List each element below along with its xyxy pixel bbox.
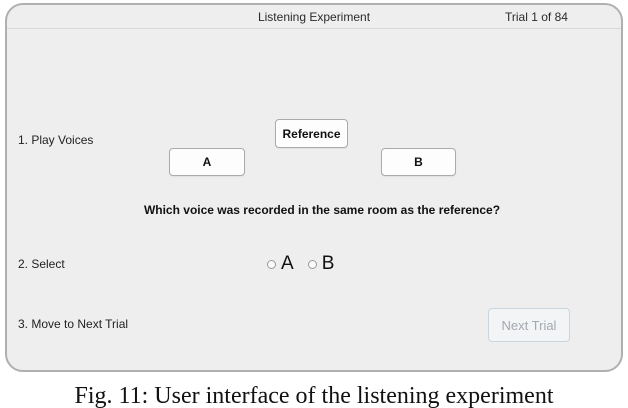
radio-option-a[interactable]: A: [267, 253, 294, 275]
reference-button[interactable]: Reference: [275, 119, 348, 148]
move-next-label: 3. Move to Next Trial: [18, 317, 128, 331]
trial-counter: Trial 1 of 84: [505, 10, 568, 24]
voice-b-button[interactable]: B: [381, 148, 456, 176]
play-voices-label: 1. Play Voices: [18, 133, 93, 147]
question-text: Which voice was recorded in the same roo…: [15, 203, 628, 217]
radio-b-label: B: [322, 253, 335, 275]
experiment-window: Listening Experiment Trial 1 of 84 1. Pl…: [5, 3, 623, 372]
voice-a-button[interactable]: A: [169, 148, 245, 176]
answer-radio-group: A B: [267, 253, 334, 275]
radio-b-icon[interactable]: [308, 260, 317, 269]
select-label: 2. Select: [18, 257, 65, 271]
next-trial-button[interactable]: Next Trial: [488, 308, 570, 342]
figure: Listening Experiment Trial 1 of 84 1. Pl…: [0, 0, 628, 408]
figure-caption: Fig. 11: User interface of the listening…: [0, 383, 628, 408]
radio-a-label: A: [281, 253, 294, 275]
radio-a-icon[interactable]: [267, 260, 276, 269]
radio-option-b[interactable]: B: [308, 253, 335, 275]
header-divider: [7, 28, 621, 29]
